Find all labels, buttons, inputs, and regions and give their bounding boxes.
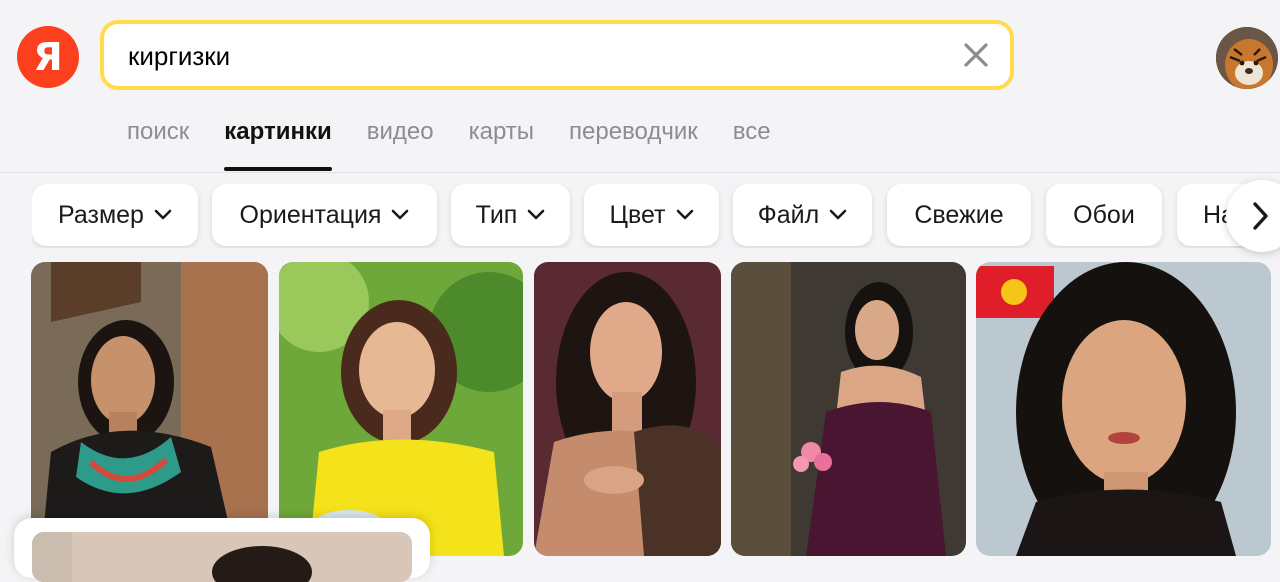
chevron-down-icon xyxy=(392,209,409,220)
image-result[interactable] xyxy=(279,262,523,556)
image-result[interactable] xyxy=(731,262,966,556)
filter-type-button[interactable]: Тип xyxy=(451,184,570,246)
filter-label: Свежие xyxy=(914,200,1004,229)
filter-label: Ориентация xyxy=(239,200,382,229)
chevron-down-icon xyxy=(154,209,172,220)
yandex-logo[interactable]: Я xyxy=(17,26,79,88)
filter-wallpapers-button[interactable]: Обои xyxy=(1046,184,1162,246)
filter-fresh-button[interactable]: Свежие xyxy=(887,184,1031,246)
filter-label: Тип xyxy=(475,200,518,229)
tab-maps[interactable]: карты xyxy=(469,118,534,170)
filter-size-button[interactable]: Размер xyxy=(32,184,198,246)
chevron-down-icon xyxy=(829,209,847,220)
avatar[interactable] xyxy=(1216,27,1278,89)
filter-label: Цвет xyxy=(609,200,666,229)
image-result[interactable] xyxy=(31,262,268,556)
preview-image xyxy=(32,532,412,582)
search-tabs: поиск картинки видео карты переводчик вс… xyxy=(127,118,806,171)
chevron-down-icon xyxy=(528,209,545,220)
filter-label: Размер xyxy=(58,200,144,229)
close-icon[interactable] xyxy=(960,39,992,71)
filter-label: Обои xyxy=(1073,200,1135,229)
search-input[interactable] xyxy=(126,24,950,88)
filter-orientation-button[interactable]: Ориентация xyxy=(212,184,437,246)
tab-search[interactable]: поиск xyxy=(127,118,189,170)
tab-images[interactable]: картинки xyxy=(224,118,333,171)
image-result[interactable] xyxy=(534,262,721,556)
image-result[interactable] xyxy=(976,262,1271,556)
header: Я поиск картинки видео карты переводчик … xyxy=(0,0,1280,173)
search-box[interactable] xyxy=(100,20,1014,90)
tab-all[interactable]: все xyxy=(733,118,771,170)
filter-file-button[interactable]: Файл xyxy=(733,184,872,246)
chevron-down-icon xyxy=(676,209,693,220)
tab-translator[interactable]: переводчик xyxy=(569,118,698,170)
filter-color-button[interactable]: Цвет xyxy=(584,184,719,246)
tab-video[interactable]: видео xyxy=(367,118,434,170)
bottom-preview-panel[interactable] xyxy=(14,518,430,582)
scroll-right-button[interactable] xyxy=(1226,180,1280,252)
chevron-right-icon xyxy=(1253,202,1268,230)
filter-bar: Размер Ориентация Тип Цвет Файл Свежие О… xyxy=(32,184,1280,248)
filter-label: Файл xyxy=(757,200,820,229)
